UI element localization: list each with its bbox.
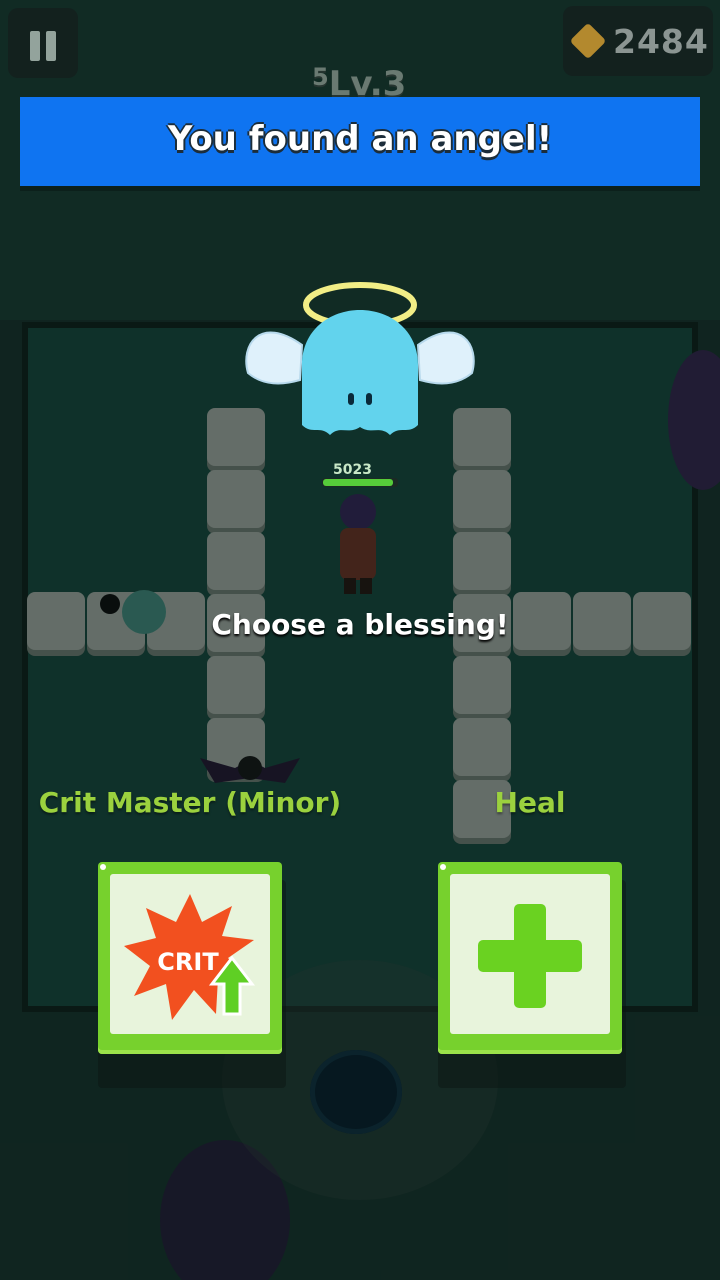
card-corner-dot: [100, 864, 106, 870]
npc-hp-value: 5023: [333, 462, 372, 478]
level-superscript: 5: [312, 63, 329, 91]
npc-hp-fill: [323, 479, 393, 486]
pause-button[interactable]: [8, 8, 78, 78]
card-inner: CRIT: [110, 874, 270, 1034]
card-corner-dot: [440, 864, 446, 870]
pause-icon: [46, 31, 56, 61]
angel-npc: [245, 282, 475, 435]
option-1-name: Crit Master (Minor): [38, 786, 342, 819]
option-2-name: Heal: [494, 786, 566, 819]
blessing-card-crit[interactable]: CRIT: [98, 862, 286, 1088]
blessing-card-heal[interactable]: [438, 862, 626, 1088]
gem-icon: [569, 22, 607, 60]
card-inner: [450, 874, 610, 1034]
blessing-prompt: Choose a blessing!: [211, 608, 509, 641]
card-frame: CRIT: [98, 862, 282, 1054]
gem-count: 2484: [613, 22, 709, 61]
event-banner: You found an angel!: [20, 97, 700, 186]
heal-plus-icon: [478, 904, 582, 1008]
npc-hp-bar: [322, 478, 398, 487]
gem-counter: 2484: [563, 6, 713, 76]
crit-up-icon: CRIT: [124, 894, 256, 1020]
card-frame: [438, 862, 622, 1054]
pause-icon: [30, 31, 40, 61]
banner-title: You found an angel!: [167, 119, 553, 159]
crit-icon-text: CRIT: [157, 948, 219, 976]
